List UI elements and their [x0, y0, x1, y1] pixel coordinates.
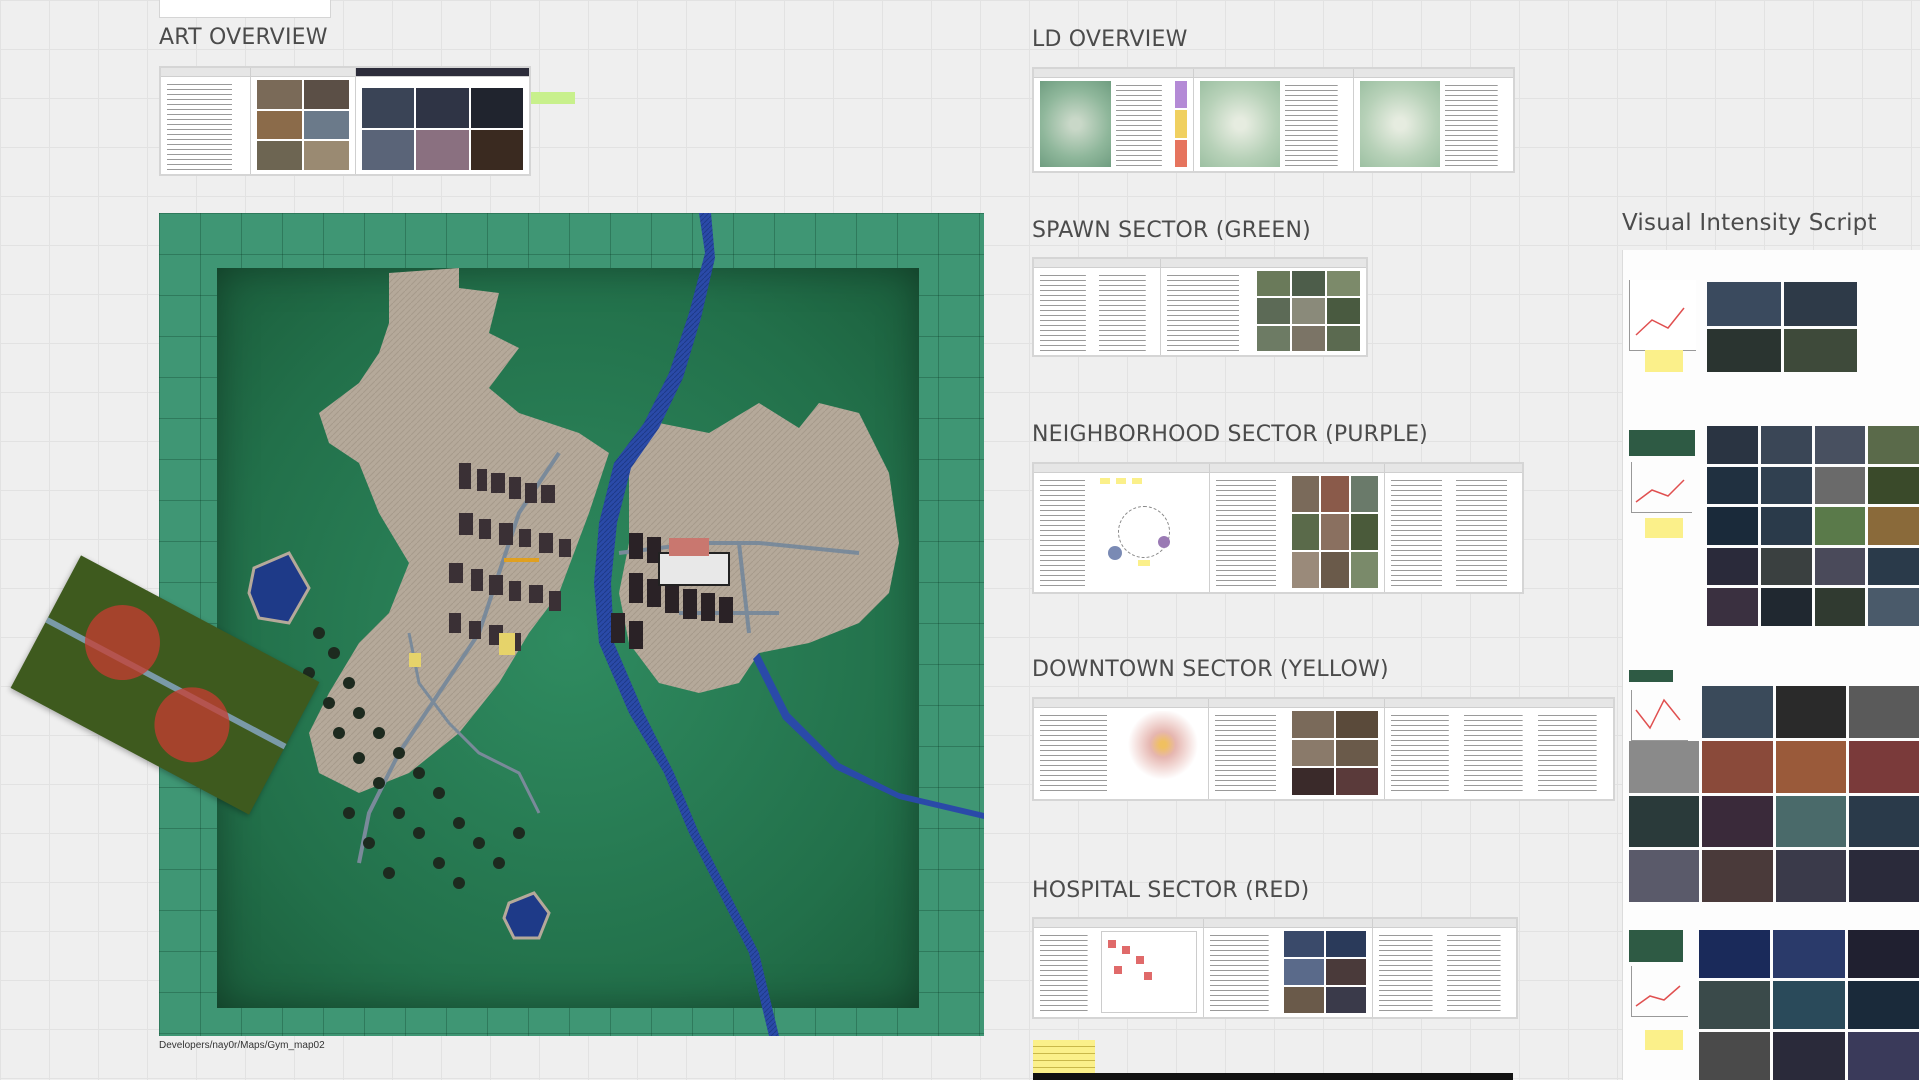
downtown-sector-board[interactable] — [1032, 697, 1615, 801]
intensity-note-2 — [1645, 518, 1683, 538]
map-terrain-svg — [247, 213, 984, 1036]
spawn-sector-title: SPAWN SECTOR (GREEN) — [1032, 218, 1311, 243]
intensity-photos-3 — [1629, 686, 1919, 902]
hospital-sector-board[interactable] — [1032, 917, 1518, 1019]
downtown-panel-diagram — [1034, 699, 1210, 799]
hospital-panel-photos — [1203, 919, 1374, 1017]
intensity-graph-1 — [1629, 280, 1696, 351]
yellow-building-1 — [499, 633, 515, 655]
green-tag-sticky[interactable] — [531, 92, 575, 104]
level-map-canvas[interactable] — [159, 213, 984, 1036]
spawn-sector-board[interactable] — [1032, 257, 1368, 357]
neighborhood-sector-title: NEIGHBORHOOD SECTOR (PURPLE) — [1032, 422, 1428, 447]
intensity-photos-4 — [1699, 930, 1919, 1080]
intensity-label-4 — [1629, 930, 1683, 962]
intensity-note-4 — [1645, 1030, 1683, 1050]
neighborhood-panel-diagram — [1034, 464, 1210, 592]
ld-overview-board[interactable] — [1032, 67, 1515, 173]
visual-intensity-board[interactable] — [1622, 250, 1920, 1080]
bottom-sticky-note[interactable] — [1033, 1040, 1095, 1074]
downtown-panel-photos — [1209, 699, 1385, 799]
downtown-sector-title: DOWNTOWN SECTOR (YELLOW) — [1032, 657, 1389, 682]
hospital-building — [658, 552, 730, 586]
intensity-photos-2 — [1707, 426, 1919, 626]
neighborhood-sector-board[interactable] — [1032, 462, 1524, 594]
ld-overview-title: LD OVERVIEW — [1032, 27, 1188, 52]
intensity-graph-2 — [1631, 462, 1692, 513]
overlay-red-circle-2 — [141, 674, 243, 776]
hospital-panel-text — [1373, 919, 1516, 1017]
ld-panel-1 — [1034, 69, 1194, 171]
map-path-label: Developers/nay0r/Maps/Gym_map02 — [159, 1040, 325, 1051]
pond-west — [247, 551, 311, 625]
yellow-line — [504, 558, 539, 562]
bottom-dark-bar — [1033, 1073, 1513, 1080]
intensity-label-3 — [1629, 670, 1673, 682]
ld-panel-3 — [1354, 69, 1513, 171]
ld-panel-2 — [1194, 69, 1354, 171]
art-overview-title: ART OVERVIEW — [159, 25, 328, 50]
art-overview-board[interactable] — [159, 66, 531, 176]
pond-south — [502, 891, 551, 940]
art-panel-text — [161, 68, 251, 174]
intensity-note-1 — [1645, 350, 1683, 372]
intensity-photos-1 — [1707, 282, 1857, 372]
neighborhood-panel-photos — [1209, 464, 1385, 592]
neighborhood-panel-text — [1385, 464, 1522, 592]
downtown-panel-text — [1384, 699, 1613, 799]
spawn-panel-photos — [1160, 259, 1366, 355]
intensity-graph-4 — [1631, 966, 1688, 1017]
yellow-building-2 — [409, 653, 421, 667]
east-road — [753, 653, 984, 819]
art-panel-photos — [251, 68, 356, 174]
top-frame-card[interactable] — [159, 0, 331, 18]
hospital-roof — [669, 538, 709, 556]
spawn-panel-text — [1034, 259, 1161, 355]
hospital-sector-title: HOSPITAL SECTOR (RED) — [1032, 878, 1310, 903]
hospital-panel-diagram — [1034, 919, 1204, 1017]
visual-intensity-title: Visual Intensity Script — [1622, 210, 1877, 236]
intensity-label-2 — [1629, 430, 1695, 456]
art-panel-panorama — [356, 68, 529, 174]
